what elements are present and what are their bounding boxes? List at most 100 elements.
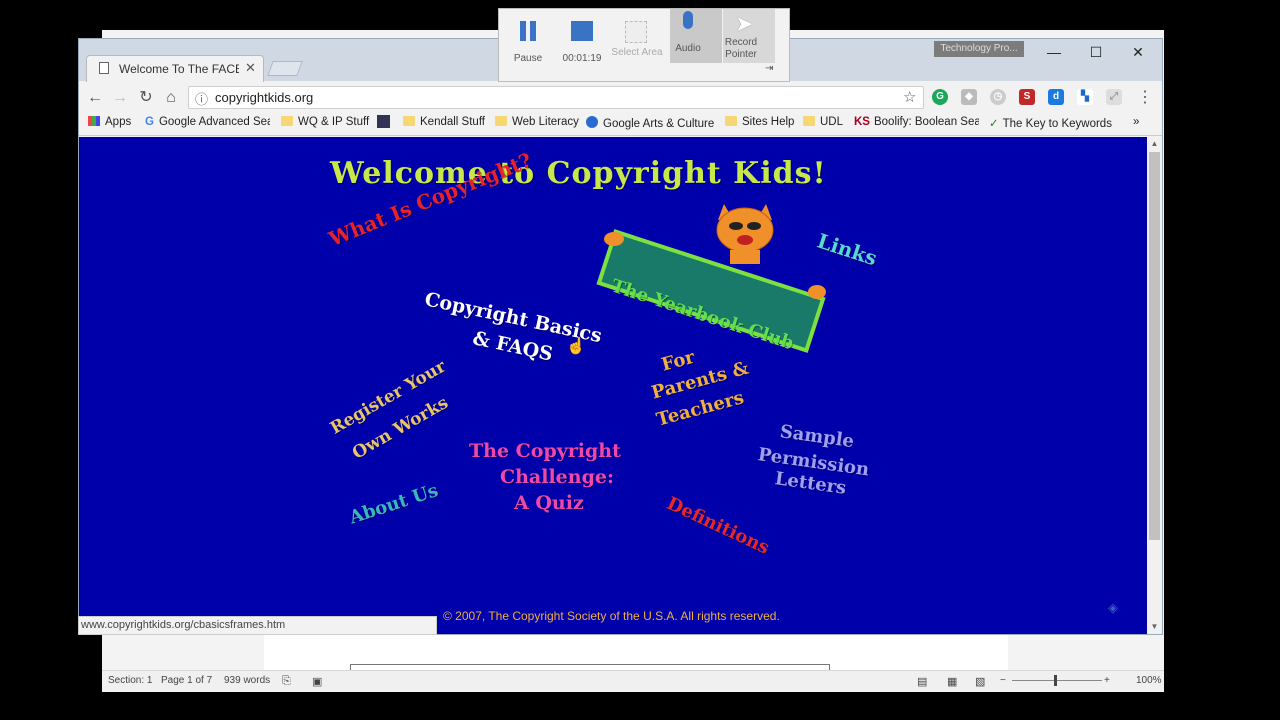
quiz-link-line2[interactable]: Challenge: <box>500 466 614 488</box>
stop-icon <box>571 21 593 41</box>
bookmark-boolify[interactable]: KS Boolify: Boolean Searc <box>854 116 979 128</box>
audio-label: Audio <box>675 43 701 54</box>
pause-icon-bar <box>530 21 536 41</box>
extension-pdf-icon[interactable]: ⤢ <box>1106 89 1122 105</box>
address-url: copyrightkids.org <box>215 90 314 105</box>
web-page-content <box>79 137 1147 634</box>
proofing-icon[interactable]: ⎘ <box>282 675 291 688</box>
tab-close-icon[interactable]: ✕ <box>245 60 256 76</box>
pin-icon[interactable]: ⇥ <box>765 63 773 74</box>
select-area-icon <box>625 21 647 43</box>
bookmark-star-icon[interactable]: ☆ <box>903 88 916 106</box>
zoom-level[interactable]: 100% <box>1136 675 1162 686</box>
bookmark-label: The Key to Keywords <box>1002 118 1112 130</box>
pause-label: Pause <box>513 53 543 64</box>
bookmark-udl[interactable]: UDL <box>803 116 843 128</box>
browser-tab[interactable]: Welcome To The FACE Ki ✕ <box>86 55 264 82</box>
bookmark-kendall[interactable]: Kendall Stuff <box>403 116 485 128</box>
cat-mascot <box>716 204 774 264</box>
folder-icon <box>495 116 507 126</box>
stop-button[interactable]: 00:01:19 <box>556 19 608 71</box>
bookmark-label: Google Advanced Sea <box>158 116 270 128</box>
bookmark-label: UDL <box>820 116 844 128</box>
menu-icon[interactable]: ⋮ <box>1135 88 1155 108</box>
bookmark-google-advanced[interactable]: G Google Advanced Sea <box>145 116 270 128</box>
tab-title: Welcome To The FACE Ki <box>119 62 239 76</box>
bookmark-label: WQ & IP Stuff <box>298 116 370 128</box>
info-icon[interactable]: ⓘ <box>195 89 208 108</box>
site-title: Welcome to Copyright Kids! <box>330 156 827 191</box>
bookmark-arts-culture[interactable]: Google Arts & Culture <box>586 116 714 130</box>
scroll-down-icon[interactable]: ▼ <box>1149 622 1160 631</box>
web-layout-icon[interactable]: ▧ <box>975 675 985 688</box>
bookmark-grid[interactable] <box>377 115 395 130</box>
extension-s-icon[interactable]: S <box>1019 89 1035 105</box>
folder-icon <box>725 116 737 126</box>
macro-icon[interactable]: ▣ <box>312 675 322 688</box>
record-pointer-button[interactable]: ➤ Record Pointer <box>723 9 775 63</box>
bookmark-label: Google Arts & Culture <box>603 118 714 130</box>
recorder-toolbar: Pause 00:01:19 Select Area Audio ➤ Recor… <box>498 8 790 82</box>
select-area-button[interactable]: Select Area <box>611 19 663 71</box>
print-layout-icon[interactable]: ▦ <box>947 675 957 688</box>
ks-icon: KS <box>854 116 870 128</box>
scroll-up-icon[interactable]: ▲ <box>1149 139 1160 148</box>
quiz-link-line3[interactable]: A Quiz <box>514 492 584 514</box>
page-corner-icon: ◈ <box>1108 600 1118 615</box>
minimize-button[interactable]: — <box>1033 40 1075 64</box>
select-area-label: Select Area <box>611 47 663 58</box>
bookmark-apps[interactable]: Apps <box>88 116 131 128</box>
word-page-count[interactable]: Page 1 of 7 <box>161 675 212 686</box>
extension-blocks-icon[interactable]: ▚ <box>1077 89 1093 105</box>
new-tab-button[interactable] <box>267 61 303 76</box>
zoom-slider[interactable] <box>1012 680 1102 681</box>
zoom-slider-thumb[interactable] <box>1054 675 1057 686</box>
forward-icon[interactable]: → <box>110 88 130 108</box>
quiz-link[interactable]: The Copyright <box>469 440 621 462</box>
word-section-label: Section: 1 <box>108 675 153 686</box>
bookmark-label: Kendall Stuff <box>420 116 486 128</box>
pause-button[interactable]: Pause <box>502 19 554 71</box>
zoom-in-icon[interactable]: + <box>1104 675 1110 686</box>
folder-icon <box>403 116 415 126</box>
arts-culture-icon <box>586 116 598 128</box>
extension-clock-icon[interactable]: ◷ <box>990 89 1006 105</box>
bookmark-wq-ip[interactable]: WQ & IP Stuff <box>281 116 369 128</box>
read-mode-icon[interactable]: ▤ <box>917 675 927 688</box>
word-status-bar: Section: 1 Page 1 of 7 939 words ⎘ ▣ ▤ ▦… <box>102 670 1164 690</box>
bookmark-web-literacy[interactable]: Web Literacy <box>495 116 579 128</box>
folder-icon <box>803 116 815 126</box>
maximize-button[interactable]: ☐ <box>1075 40 1117 64</box>
close-window-button[interactable]: ✕ <box>1117 40 1159 64</box>
bookmark-sites-help[interactable]: Sites Help <box>725 116 794 128</box>
scrollbar-thumb[interactable] <box>1149 152 1160 540</box>
recording-timer: 00:01:19 <box>562 53 602 64</box>
address-bar[interactable]: ⓘ copyrightkids.org ☆ <box>188 86 924 109</box>
bookmark-keywords[interactable]: ✓ The Key to Keywords <box>989 116 1114 130</box>
apps-icon <box>88 116 100 126</box>
cat-right-paw <box>808 285 826 299</box>
home-icon[interactable]: ⌂ <box>161 88 181 108</box>
bookmarks-overflow-icon[interactable]: » <box>1133 116 1139 128</box>
folder-icon <box>281 116 293 126</box>
back-icon[interactable]: ← <box>85 88 105 108</box>
word-count[interactable]: 939 words <box>224 675 270 686</box>
extension-diamond-icon[interactable]: ◆ <box>961 89 977 105</box>
reload-icon[interactable]: ↻ <box>136 88 156 108</box>
bookmark-label: Boolify: Boolean Searc <box>873 116 979 128</box>
record-pointer-label: Record Pointer <box>724 37 758 60</box>
page-icon <box>99 62 109 74</box>
microphone-icon <box>683 11 693 29</box>
grammarly-icon[interactable]: G <box>932 89 948 105</box>
copyright-footer: © 2007, The Copyright Society of the U.S… <box>443 609 780 623</box>
pause-icon-bar <box>520 21 526 41</box>
mouse-cursor-icon: ☝ <box>566 338 586 355</box>
window-owner-label: Technology Pro... <box>934 41 1024 57</box>
zoom-out-icon[interactable]: − <box>1000 675 1006 686</box>
bookmarks-bar: Apps G Google Advanced Sea WQ & IP Stuff … <box>79 112 1162 136</box>
grid-icon <box>377 115 390 128</box>
bookmark-label: Sites Help <box>742 116 795 128</box>
status-bar-url: www.copyrightkids.org/cbasicsframes.htm <box>78 616 437 635</box>
pointer-icon: ➤ <box>735 11 754 36</box>
extension-d-icon[interactable]: d <box>1048 89 1064 105</box>
